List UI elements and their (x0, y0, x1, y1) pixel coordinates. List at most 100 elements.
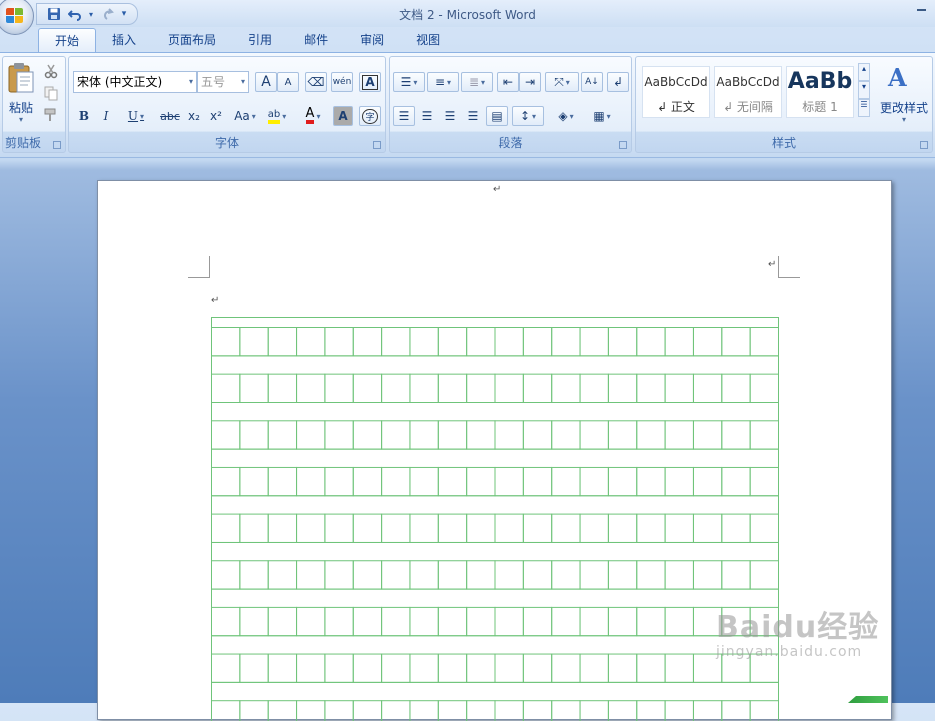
grid-cell (296, 420, 326, 450)
grid-cell (692, 466, 723, 497)
font-name-combo[interactable]: 宋体 (中文正文) ▾ (73, 71, 197, 93)
align-right-icon: ☰ (444, 109, 456, 123)
font-dialog-launcher[interactable] (373, 141, 381, 149)
tab-home[interactable]: 开始 (38, 28, 97, 53)
numbering-button[interactable]: ≡ (427, 72, 459, 92)
style-sample-normal: AaBbCcDd (644, 75, 708, 89)
font-size-combo[interactable]: 五号 ▾ (197, 71, 249, 93)
bullets-button[interactable]: ☰ (393, 72, 425, 92)
styles-group: AaBbCcDd ↲ 正文 AaBbCcDd ↲ 无间隔 AaBb 标题 1 ▴… (635, 56, 933, 153)
cut-icon[interactable] (43, 63, 59, 79)
style-card-heading-1[interactable]: AaBb 标题 1 (786, 66, 854, 118)
style-card-no-spacing[interactable]: AaBbCcDd ↲ 无间隔 (714, 66, 782, 118)
change-case-button[interactable]: Aa (229, 106, 261, 126)
underline-button[interactable]: U (119, 106, 153, 126)
grid-cell (607, 466, 638, 497)
grid-cell (664, 327, 694, 357)
minimize-icon[interactable] (915, 2, 929, 12)
clipboard-dialog-launcher[interactable] (53, 141, 61, 149)
grid-cell (636, 700, 666, 721)
char-shading-icon: A (338, 109, 348, 123)
styles-gallery-scroll[interactable]: ▴ ▾ ☰ (858, 63, 870, 119)
grid-cell (692, 700, 723, 721)
tab-references[interactable]: 引用 (232, 28, 288, 52)
strikethrough-button[interactable]: abc (157, 106, 183, 126)
body-paragraph-mark: ↵ (211, 295, 220, 306)
paragraph-dialog-launcher[interactable] (619, 141, 627, 149)
tab-insert[interactable]: 插入 (96, 28, 152, 52)
grid-cell (664, 606, 694, 637)
line-spacing-button[interactable]: ↕ (512, 106, 544, 126)
increase-indent-button[interactable]: ⇥ (519, 72, 541, 92)
clear-format-button[interactable]: ⌫ (305, 72, 327, 92)
paste-button[interactable]: 粘贴 ▾ (5, 59, 37, 129)
subscript-button[interactable]: x₂ (183, 106, 205, 126)
style-card-normal[interactable]: AaBbCcDd ↲ 正文 (642, 66, 710, 118)
grid-cell (296, 466, 326, 497)
align-center-button[interactable]: ☰ (416, 106, 438, 126)
paragraph-mark-icon: ↲ (612, 75, 624, 89)
chinese-layout-icon: ⤧ (554, 74, 564, 89)
manuscript-grid[interactable] (211, 317, 779, 721)
copy-icon[interactable] (43, 85, 59, 101)
grid-cell (494, 653, 524, 683)
tab-page-layout[interactable]: 页面布局 (152, 28, 232, 52)
grid-cell (692, 513, 723, 543)
shading-bucket-icon: ◈ (558, 109, 568, 123)
grid-cell (409, 653, 439, 683)
grid-cell (692, 373, 723, 404)
tab-mailings[interactable]: 邮件 (288, 28, 344, 52)
styles-dialog-launcher[interactable] (920, 141, 928, 149)
grid-cell (692, 560, 723, 590)
shrink-font-button[interactable]: A (277, 72, 299, 92)
justify-icon: ☰ (467, 109, 479, 123)
grid-cell (324, 466, 354, 497)
borders-icon: ▦ (593, 109, 605, 123)
borders-button[interactable]: ▦ (586, 106, 618, 126)
grid-cell (437, 466, 468, 497)
scroll-up-icon[interactable]: ▴ (858, 63, 870, 81)
styles-group-title: 样式 (771, 136, 796, 150)
grid-cell (551, 420, 581, 450)
grid-cell (437, 327, 468, 357)
format-painter-icon[interactable] (43, 107, 59, 123)
grid-cell (324, 513, 354, 543)
chinese-layout-button[interactable]: ⤧ (545, 72, 579, 92)
shading-button[interactable]: ◈ (548, 106, 584, 126)
char-shading-button[interactable]: A (333, 106, 353, 126)
grid-cell (607, 606, 638, 637)
italic-button[interactable]: I (97, 106, 115, 126)
gallery-more-icon[interactable]: ☰ (858, 99, 870, 117)
scroll-down-icon[interactable]: ▾ (858, 81, 870, 99)
show-marks-button[interactable]: ↲ (607, 72, 629, 92)
char-border-button[interactable]: A (359, 72, 381, 92)
change-styles-button[interactable]: A 更改样式 ▾ (876, 61, 932, 131)
line-spacing-icon: ↕ (519, 109, 531, 123)
sort-button[interactable]: A↓ (581, 72, 603, 92)
grow-font-button[interactable]: A (255, 72, 277, 92)
justify-button[interactable]: ☰ (462, 106, 484, 126)
grid-cell (466, 560, 496, 590)
window-title: 文档 2 - Microsoft Word (399, 8, 536, 22)
multilevel-list-button[interactable]: ≣ (461, 72, 493, 92)
tab-view[interactable]: 视图 (400, 28, 456, 52)
bold-button[interactable]: B (75, 106, 93, 126)
highlight-button[interactable]: ab (259, 106, 295, 126)
enclose-chars-button[interactable]: 字 (359, 106, 381, 126)
style-name-normal: ↲ 正文 (657, 100, 695, 114)
align-right-button[interactable]: ☰ (439, 106, 461, 126)
watermark-line-2: jingyan.baidu.com (716, 644, 863, 660)
grid-row (211, 700, 779, 721)
tab-review[interactable]: 审阅 (344, 28, 400, 52)
grid-cell (211, 653, 241, 683)
grid-cell (409, 327, 439, 357)
grid-cell (409, 700, 439, 721)
grid-row (211, 560, 779, 590)
phonetic-guide-button[interactable]: wén (331, 72, 353, 92)
align-left-button[interactable]: ☰ (393, 106, 415, 126)
superscript-button[interactable]: x² (205, 106, 227, 126)
grid-cell (494, 327, 524, 357)
font-color-button[interactable]: A (297, 106, 329, 126)
decrease-indent-button[interactable]: ⇤ (497, 72, 519, 92)
distribute-button[interactable]: ▤ (486, 106, 508, 126)
